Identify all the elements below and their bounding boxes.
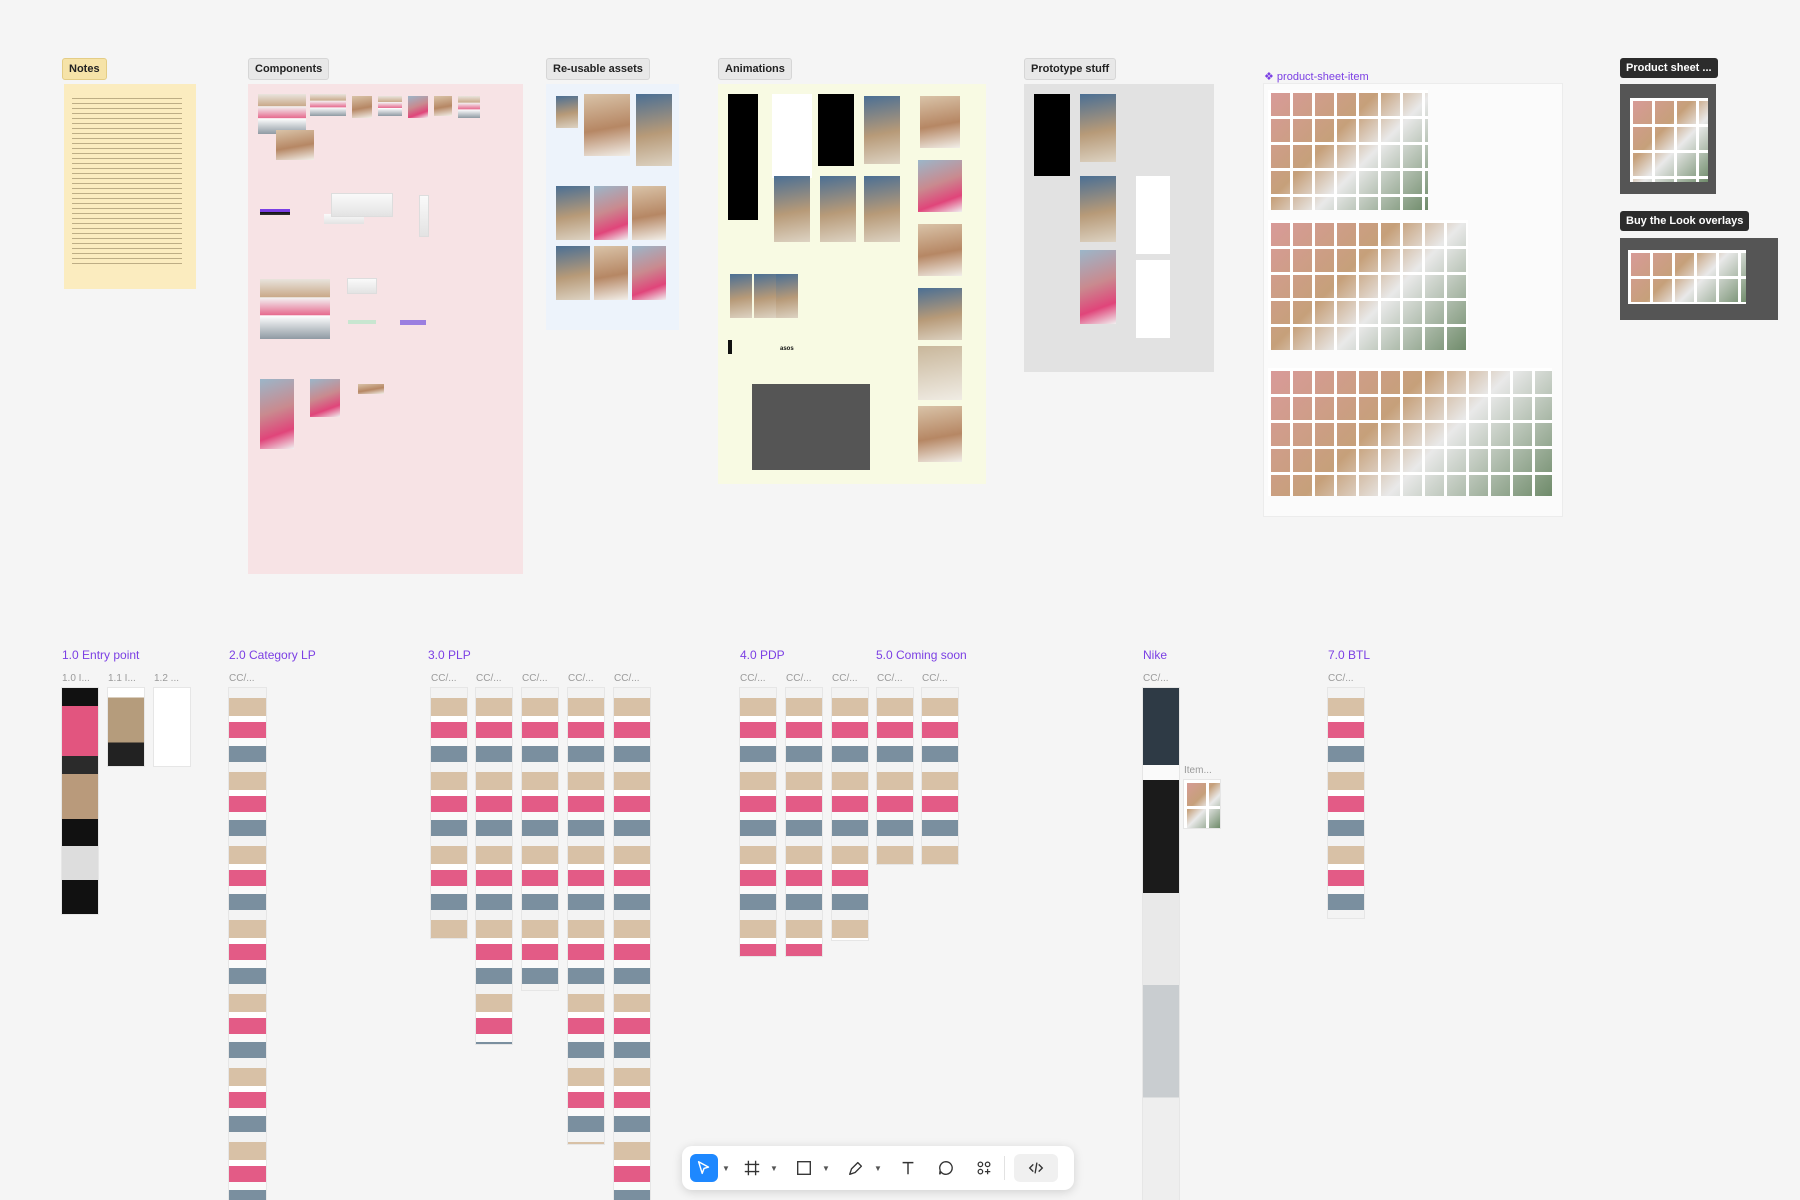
animations-region[interactable]: asos xyxy=(718,84,986,484)
notes-tag[interactable]: Notes xyxy=(62,58,107,80)
rectangle-icon xyxy=(797,1161,811,1175)
move-tool-button[interactable] xyxy=(690,1154,718,1182)
entry-frame[interactable] xyxy=(62,688,98,914)
nike-item-frame[interactable] xyxy=(1184,780,1220,828)
section-title-coming-soon[interactable]: 5.0 Coming soon xyxy=(876,648,967,662)
entry-frame[interactable] xyxy=(154,688,190,766)
chevron-down-icon[interactable]: ▼ xyxy=(874,1164,882,1173)
frame-tool-button[interactable] xyxy=(738,1154,766,1182)
actions-tool-button[interactable] xyxy=(970,1154,998,1182)
frame-label[interactable]: CC/... xyxy=(832,673,858,684)
component-set-label[interactable]: ❖ product-sheet-item xyxy=(1264,70,1369,83)
chevron-down-icon[interactable]: ▼ xyxy=(722,1164,730,1173)
frame-label[interactable]: 1.1 I... xyxy=(108,673,136,684)
pen-icon xyxy=(849,1161,863,1175)
nike-item-label[interactable]: Item... xyxy=(1184,765,1212,776)
frame-label[interactable]: CC/... xyxy=(922,673,948,684)
pen-tool-button[interactable] xyxy=(842,1154,870,1182)
dev-mode-toggle[interactable] xyxy=(1014,1154,1058,1182)
frame-label[interactable]: CC/... xyxy=(522,673,548,684)
components-icon xyxy=(977,1161,991,1175)
nike-frame[interactable] xyxy=(1143,688,1179,1200)
comment-tool-button[interactable] xyxy=(932,1154,960,1182)
text-tool-button[interactable] xyxy=(894,1154,922,1182)
entry-frame[interactable] xyxy=(108,688,144,766)
components-tag[interactable]: Components xyxy=(248,58,330,80)
prototype-region[interactable] xyxy=(1024,84,1214,372)
coming-soon-frame[interactable] xyxy=(877,688,913,864)
frame-label[interactable]: 1.2 ... xyxy=(154,673,179,684)
component-set-name: product-sheet-item xyxy=(1276,71,1369,83)
section-title-btl[interactable]: 7.0 BTL xyxy=(1328,648,1370,662)
plp-frame[interactable] xyxy=(431,688,467,938)
frame-label[interactable]: CC/... xyxy=(1143,673,1169,684)
btl-frame[interactable] xyxy=(1328,688,1364,918)
chevron-down-icon[interactable]: ▼ xyxy=(822,1164,830,1173)
section-title-category-lp[interactable]: 2.0 Category LP xyxy=(229,648,316,662)
frame-label[interactable]: 1.0 I... xyxy=(62,673,90,684)
animations-tag[interactable]: Animations xyxy=(718,58,792,80)
bottom-toolbar: ▼ ▼ ▼ ▼ xyxy=(682,1146,1074,1190)
coming-soon-frame[interactable] xyxy=(922,688,958,864)
frame-label[interactable]: CC/... xyxy=(431,673,457,684)
comment-icon xyxy=(939,1161,953,1175)
frame-label[interactable]: CC/... xyxy=(476,673,502,684)
cursor-icon xyxy=(697,1160,710,1175)
pdp-frame[interactable] xyxy=(740,688,776,956)
frame-label[interactable]: CC/... xyxy=(614,673,640,684)
frame-label[interactable]: CC/... xyxy=(1328,673,1354,684)
shape-tool-button[interactable] xyxy=(790,1154,818,1182)
buy-the-look-tag[interactable]: Buy the Look overlays xyxy=(1620,211,1750,231)
product-sheet-region[interactable] xyxy=(1620,84,1716,194)
text-icon xyxy=(902,1161,914,1175)
plp-frame[interactable] xyxy=(568,688,604,1144)
reusable-assets-region[interactable] xyxy=(546,84,679,330)
section-title-pdp[interactable]: 4.0 PDP xyxy=(740,648,785,662)
components-region[interactable] xyxy=(248,84,523,574)
notes-sticky[interactable] xyxy=(64,84,196,289)
section-title-entry-point[interactable]: 1.0 Entry point xyxy=(62,648,139,662)
pdp-frame[interactable] xyxy=(832,688,868,940)
frame-label[interactable]: CC/... xyxy=(568,673,594,684)
product-sheet-item-grid[interactable] xyxy=(1264,84,1562,516)
toolbar-divider xyxy=(1004,1156,1005,1180)
frame-label[interactable]: CC/... xyxy=(229,673,255,684)
prototype-stuff-tag[interactable]: Prototype stuff xyxy=(1024,58,1117,80)
plp-frame[interactable] xyxy=(614,688,650,1200)
frame-label[interactable]: CC/... xyxy=(740,673,766,684)
section-title-nike[interactable]: Nike xyxy=(1143,648,1167,662)
frame-label[interactable]: CC/... xyxy=(877,673,903,684)
category-lp-frame[interactable] xyxy=(229,688,266,1200)
section-title-plp[interactable]: 3.0 PLP xyxy=(428,648,471,662)
buy-the-look-region[interactable] xyxy=(1620,238,1778,320)
plp-frame[interactable] xyxy=(522,688,558,990)
pdp-frame[interactable] xyxy=(786,688,822,956)
asos-logo-text: asos xyxy=(780,346,794,352)
product-sheet-tag[interactable]: Product sheet ... xyxy=(1620,58,1718,78)
frame-label[interactable]: CC/... xyxy=(786,673,812,684)
plp-frame[interactable] xyxy=(476,688,512,1044)
notes-text-lines xyxy=(72,98,182,268)
frame-icon xyxy=(744,1160,760,1176)
chevron-down-icon[interactable]: ▼ xyxy=(770,1164,778,1173)
code-icon xyxy=(1028,1162,1044,1174)
component-icon: ❖ xyxy=(1264,71,1277,83)
reusable-assets-tag[interactable]: Re-usable assets xyxy=(546,58,650,80)
